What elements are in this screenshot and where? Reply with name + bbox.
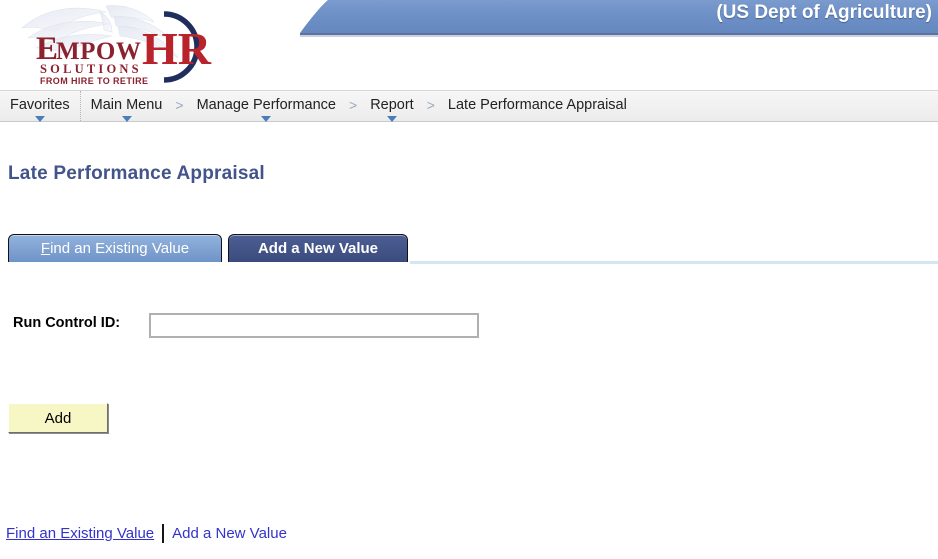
tab-underline-rule xyxy=(410,261,938,264)
nav-item-main-menu[interactable]: Main Menu xyxy=(79,91,173,122)
run-control-id-label: Run Control ID: xyxy=(13,315,121,331)
page-title: Late Performance Appraisal xyxy=(8,163,265,184)
chevron-down-icon xyxy=(121,116,132,122)
svg-text:FROM HIRE TO RETIRE: FROM HIRE TO RETIRE xyxy=(40,76,148,86)
nav-label-manage-performance: Manage Performance xyxy=(196,97,336,113)
nav-item-manage-performance[interactable]: Manage Performance xyxy=(187,91,346,122)
footer-link-find-an-existing-value[interactable]: Find an Existing Value xyxy=(6,525,154,542)
breadcrumb-separator-icon: > xyxy=(349,97,358,113)
nav-item-late-performance-appraisal: Late Performance Appraisal xyxy=(438,91,637,121)
run-control-id-input[interactable] xyxy=(149,313,479,338)
tab-add-a-new-value[interactable]: Add a New Value xyxy=(228,234,408,262)
breadcrumb-nav: Favorites Main Menu > Manage Performance… xyxy=(0,90,938,122)
banner-agency-title: (US Dept of Agriculture) xyxy=(716,2,932,23)
footer-link-add-a-new-value[interactable]: Add a New Value xyxy=(172,525,287,542)
svg-text:HR: HR xyxy=(142,23,212,74)
empowhr-logo[interactable]: E MPOW HR SOLUTIONS FROM HIRE TO RETIRE xyxy=(14,2,246,88)
tab-add-label: Add a New Value xyxy=(257,240,379,257)
nav-label-main-menu: Main Menu xyxy=(90,97,163,113)
chevron-down-icon xyxy=(34,116,45,122)
footer-links: Find an Existing Value Add a New Value xyxy=(6,524,287,543)
nav-label-late-performance-appraisal: Late Performance Appraisal xyxy=(447,97,627,113)
tab-find-an-existing-value[interactable]: Find an Existing Value xyxy=(8,234,222,262)
nav-item-favorites[interactable]: Favorites xyxy=(0,91,80,122)
page-header: (US Dept of Agriculture) E MPOW HR SOLUT… xyxy=(0,0,938,90)
svg-text:SOLUTIONS: SOLUTIONS xyxy=(40,62,142,76)
tab-find-accesskey: F xyxy=(40,240,51,257)
nav-label-report: Report xyxy=(370,97,414,113)
add-button[interactable]: Add xyxy=(8,403,108,433)
breadcrumb-separator-icon: > xyxy=(426,97,435,113)
tab-find-label: ind an Existing Value xyxy=(50,240,190,257)
footer-link-divider xyxy=(162,524,165,543)
chevron-down-icon xyxy=(386,116,397,122)
chevron-down-icon xyxy=(261,116,272,122)
nav-label-favorites: Favorites xyxy=(10,97,70,113)
nav-item-report[interactable]: Report xyxy=(360,91,424,122)
breadcrumb-separator-icon: > xyxy=(175,97,184,113)
svg-text:MPOW: MPOW xyxy=(56,38,141,65)
